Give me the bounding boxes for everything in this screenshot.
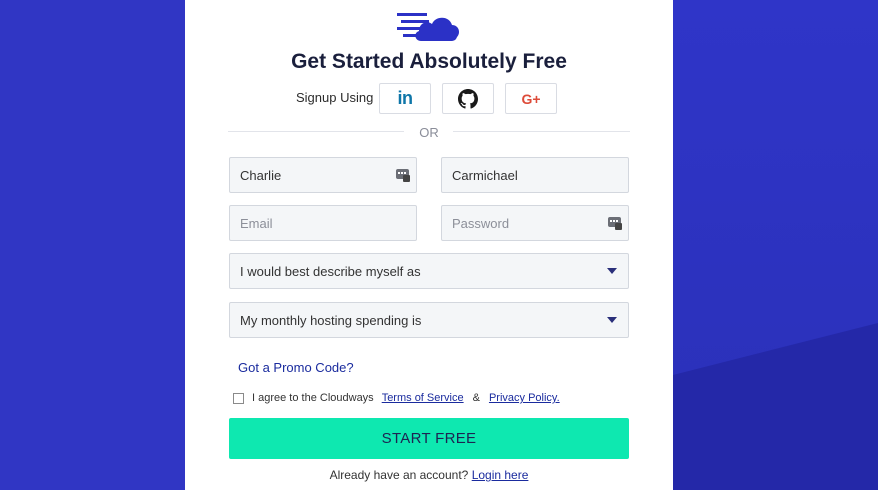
start-free-button[interactable]: START FREE xyxy=(229,418,629,459)
terms-checkbox[interactable] xyxy=(233,392,244,404)
terms-of-service-link[interactable]: Terms of Service xyxy=(382,392,464,404)
last-name-value: Carmichael xyxy=(452,167,518,183)
linkedin-signup-button[interactable]: in xyxy=(379,83,431,114)
already-have-account-text: Already have an account? xyxy=(329,468,469,482)
describe-yourself-select[interactable]: I would best describe myself as xyxy=(229,253,629,289)
login-prompt: Already have an account? Login here xyxy=(185,468,673,482)
page-title: Get Started Absolutely Free xyxy=(291,50,567,73)
hosting-spending-value: My monthly hosting spending is xyxy=(240,312,422,328)
first-name-field[interactable]: Charlie xyxy=(229,157,417,193)
email-placeholder: Email xyxy=(240,215,273,231)
hosting-spending-select[interactable]: My monthly hosting spending is xyxy=(229,302,629,338)
google-plus-icon: G+ xyxy=(521,90,541,107)
autofill-key-icon xyxy=(608,217,622,230)
password-placeholder: Password xyxy=(452,215,510,231)
last-name-field[interactable]: Carmichael xyxy=(441,157,629,193)
github-icon xyxy=(458,88,478,109)
google-plus-signup-button[interactable]: G+ xyxy=(505,83,557,114)
email-field[interactable]: Email xyxy=(229,205,417,241)
linkedin-icon: in xyxy=(397,88,414,108)
divider-or-text: OR xyxy=(419,125,439,140)
signup-card: Get Started Absolutely Free Signup Using… xyxy=(185,0,673,490)
chevron-down-icon xyxy=(607,268,617,274)
github-signup-button[interactable] xyxy=(442,83,494,114)
privacy-policy-link[interactable]: Privacy Policy. xyxy=(489,392,560,404)
terms-agreement-row: I agree to the Cloudways Terms of Servic… xyxy=(233,392,560,404)
ampersand-text: & xyxy=(472,392,480,404)
cloudways-cloud-logo-icon xyxy=(397,13,460,41)
autofill-key-icon xyxy=(396,169,410,182)
login-link[interactable]: Login here xyxy=(472,468,529,482)
describe-yourself-value: I would best describe myself as xyxy=(240,263,421,279)
chevron-down-icon xyxy=(607,317,617,323)
password-field[interactable]: Password xyxy=(441,205,629,241)
promo-code-link[interactable]: Got a Promo Code? xyxy=(238,360,354,375)
signup-using-label: Signup Using xyxy=(296,90,374,105)
first-name-value: Charlie xyxy=(240,167,282,183)
agree-text: I agree to the Cloudways xyxy=(252,392,374,404)
